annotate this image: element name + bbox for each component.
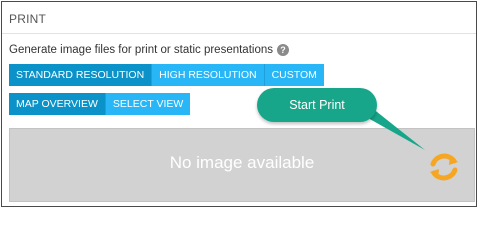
help-icon[interactable]: ? [277,44,289,56]
select-view-button[interactable]: SELECT VIEW [105,93,191,115]
custom-resolution-button[interactable]: CUSTOM [264,64,324,86]
start-print-callout: Start Print [257,88,377,122]
description-text: Generate image files for print or static… [9,44,273,56]
panel-title: PRINT [9,12,46,26]
print-panel: PRINT Generate image files for print or … [1,1,477,207]
refresh-icon [430,153,458,181]
standard-resolution-button[interactable]: STANDARD RESOLUTION [9,64,153,86]
view-button-group: MAP OVERVIEW SELECT VIEW [9,93,191,115]
map-overview-button[interactable]: MAP OVERVIEW [9,93,106,115]
description-row: Generate image files for print or static… [9,44,289,56]
resolution-button-group: STANDARD RESOLUTION HIGH RESOLUTION CUST… [9,64,324,86]
high-resolution-button[interactable]: HIGH RESOLUTION [152,64,265,86]
callout-text: Start Print [289,98,345,112]
divider [2,33,476,34]
no-image-text: No image available [169,153,315,172]
image-preview: No image available [9,128,475,202]
refresh-button[interactable] [424,147,464,187]
